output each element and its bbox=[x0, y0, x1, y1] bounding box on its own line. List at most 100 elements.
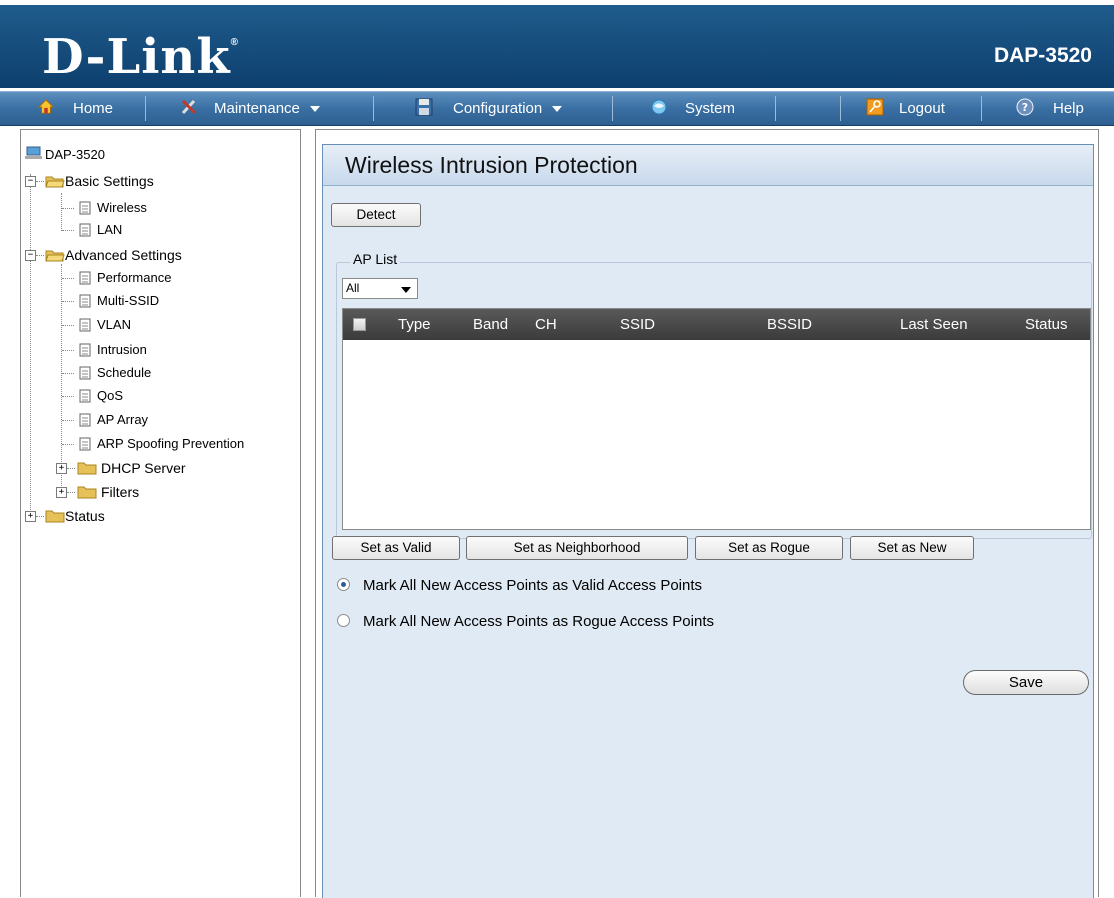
system-icon bbox=[651, 99, 667, 115]
tree-connector bbox=[36, 255, 44, 256]
expand-toggle[interactable]: − bbox=[25, 250, 36, 261]
tree-connector bbox=[62, 301, 74, 302]
set-as-neighborhood-button[interactable]: Set as Neighborhood bbox=[466, 536, 688, 560]
col-type[interactable]: Type bbox=[398, 309, 431, 340]
dlink-logo: D-Link® bbox=[42, 29, 239, 85]
mark-valid-label: Mark All New Access Points as Valid Acce… bbox=[363, 577, 703, 594]
nav-maintenance[interactable]: Maintenance bbox=[180, 92, 320, 125]
nav-separator bbox=[981, 96, 982, 121]
mark-rogue-option[interactable]: Mark All New Access Points as Rogue Acce… bbox=[337, 611, 714, 633]
tree-connector bbox=[62, 278, 74, 279]
tree-basic-settings[interactable]: Basic Settings bbox=[45, 170, 154, 192]
model-name: DAP-3520 bbox=[993, 44, 1092, 67]
folder-icon bbox=[45, 510, 65, 523]
save-button[interactable]: Save bbox=[963, 670, 1089, 695]
page-icon bbox=[79, 366, 91, 380]
mark-rogue-radio[interactable] bbox=[337, 613, 350, 627]
expand-toggle[interactable]: − bbox=[25, 176, 36, 187]
tree-item-vlan[interactable]: VLAN bbox=[79, 314, 131, 336]
floppy-disk-icon bbox=[415, 98, 433, 116]
tree-item-multi-ssid[interactable]: Multi-SSID bbox=[79, 290, 159, 312]
tree-root-device[interactable]: DAP-3520 bbox=[25, 144, 105, 166]
nav-separator bbox=[612, 96, 613, 121]
page-title: Wireless Intrusion Protection bbox=[345, 152, 638, 178]
tree-connector bbox=[36, 516, 44, 517]
nav-separator bbox=[775, 96, 776, 121]
header-banner: D-Link® DAP-3520 bbox=[0, 5, 1114, 88]
mark-valid-radio[interactable] bbox=[337, 577, 350, 591]
folder-icon bbox=[77, 462, 97, 475]
col-last-seen[interactable]: Last Seen bbox=[900, 309, 968, 340]
select-all-checkbox[interactable] bbox=[353, 318, 366, 331]
page-icon bbox=[79, 437, 91, 451]
open-folder-icon bbox=[45, 176, 65, 188]
computer-icon bbox=[25, 146, 42, 159]
col-band[interactable]: Band bbox=[473, 309, 508, 340]
tree-item-performance[interactable]: Performance bbox=[79, 267, 171, 289]
expand-toggle[interactable]: + bbox=[56, 463, 67, 474]
page-icon bbox=[79, 294, 91, 308]
page-icon bbox=[79, 389, 91, 403]
tree-connector bbox=[62, 373, 74, 374]
page-icon bbox=[79, 271, 91, 285]
tree-dhcp-server[interactable]: DHCP Server bbox=[77, 457, 186, 479]
col-bssid[interactable]: BSSID bbox=[767, 309, 812, 340]
tree-connector bbox=[62, 230, 74, 231]
tree-filters[interactable]: Filters bbox=[77, 481, 139, 503]
chevron-down-icon bbox=[552, 106, 563, 113]
tree-connector bbox=[67, 468, 75, 469]
set-as-new-button[interactable]: Set as New bbox=[850, 536, 974, 560]
tree-connector bbox=[62, 208, 74, 209]
top-nav: Home Maintenance Configuration System Lo… bbox=[0, 91, 1114, 126]
open-folder-icon bbox=[45, 250, 65, 262]
col-ch[interactable]: CH bbox=[535, 309, 557, 340]
svg-text:?: ? bbox=[1022, 101, 1028, 114]
key-icon bbox=[866, 98, 884, 116]
tree-connector bbox=[62, 350, 74, 351]
tree-connector bbox=[62, 325, 74, 326]
ap-filter-select[interactable]: All bbox=[342, 278, 418, 299]
set-as-rogue-button[interactable]: Set as Rogue bbox=[695, 536, 843, 560]
sidebar-tree: DAP-3520 − Basic Settings Wireless LAN −… bbox=[20, 129, 301, 897]
tree-connector bbox=[67, 492, 75, 493]
ap-filter-value: All bbox=[346, 281, 360, 295]
tree-advanced-settings[interactable]: Advanced Settings bbox=[45, 244, 182, 266]
tree-item-arp-spoofing[interactable]: ARP Spoofing Prevention bbox=[79, 433, 244, 455]
page-icon bbox=[79, 413, 91, 427]
tree-connector bbox=[36, 181, 44, 182]
mark-valid-option[interactable]: Mark All New Access Points as Valid Acce… bbox=[337, 575, 702, 597]
page-icon bbox=[79, 318, 91, 332]
detect-button[interactable]: Detect bbox=[331, 203, 421, 227]
nav-configuration[interactable]: Configuration bbox=[415, 92, 563, 125]
intrusion-panel: Wireless Intrusion Protection Detect AP … bbox=[322, 144, 1094, 898]
tree-connector bbox=[62, 444, 74, 445]
expand-toggle[interactable]: + bbox=[56, 487, 67, 498]
tree-item-schedule[interactable]: Schedule bbox=[79, 362, 151, 384]
col-status[interactable]: Status bbox=[1025, 309, 1068, 340]
chevron-down-icon bbox=[401, 287, 411, 293]
nav-logout[interactable]: Logout bbox=[866, 92, 945, 125]
folder-icon bbox=[77, 486, 97, 499]
tree-item-qos[interactable]: QoS bbox=[79, 385, 123, 407]
page-icon bbox=[79, 343, 91, 357]
set-as-valid-button[interactable]: Set as Valid bbox=[332, 536, 460, 560]
page-icon bbox=[79, 201, 91, 215]
table-header: Type Band CH SSID BSSID Last Seen Status bbox=[343, 309, 1090, 340]
mark-rogue-label: Mark All New Access Points as Rogue Acce… bbox=[363, 613, 714, 630]
tree-connector bbox=[62, 420, 74, 421]
nav-home[interactable]: Home bbox=[38, 92, 113, 125]
tree-item-lan[interactable]: LAN bbox=[79, 219, 122, 241]
tree-item-wireless[interactable]: Wireless bbox=[79, 197, 147, 219]
page-icon bbox=[79, 223, 91, 237]
nav-help[interactable]: ? Help bbox=[1016, 92, 1084, 125]
nav-system[interactable]: System bbox=[650, 92, 735, 125]
tree-line bbox=[61, 264, 62, 496]
home-icon bbox=[38, 99, 54, 114]
tree-item-intrusion[interactable]: Intrusion bbox=[79, 339, 147, 361]
nav-separator bbox=[145, 96, 146, 121]
tree-item-ap-array[interactable]: AP Array bbox=[79, 409, 148, 431]
expand-toggle[interactable]: + bbox=[25, 511, 36, 522]
tree-line bbox=[61, 193, 62, 231]
tree-status[interactable]: Status bbox=[45, 505, 105, 527]
col-ssid[interactable]: SSID bbox=[620, 309, 655, 340]
